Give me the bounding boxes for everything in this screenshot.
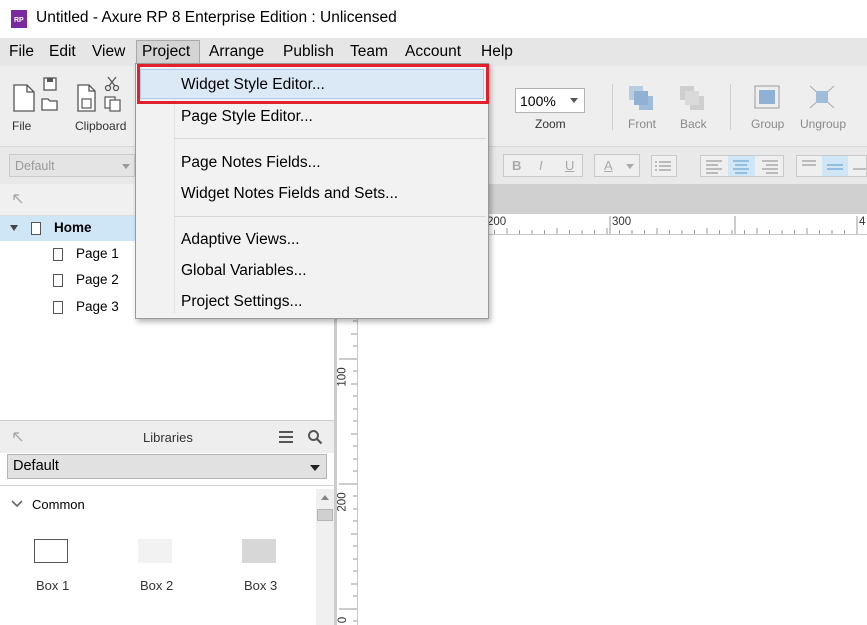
ruler-label: 300 bbox=[612, 216, 632, 228]
toolbar-divider bbox=[612, 84, 613, 130]
search-icon[interactable] bbox=[307, 429, 323, 445]
collapse-arrow-icon[interactable] bbox=[10, 225, 18, 231]
menu-item-page-notes-fields[interactable]: Page Notes Fields... bbox=[181, 154, 321, 172]
page-tree-label: Page 1 bbox=[76, 246, 119, 261]
paste-icon[interactable] bbox=[76, 84, 98, 112]
menu-project[interactable]: Project bbox=[142, 43, 190, 61]
pop-out-icon[interactable] bbox=[12, 193, 24, 205]
menu-gutter bbox=[174, 68, 175, 314]
font-color-icon: A bbox=[604, 158, 613, 173]
libraries-panel-header: Libraries bbox=[0, 420, 334, 453]
menu-item-widget-notes-fields-sets[interactable]: Widget Notes Fields and Sets... bbox=[181, 185, 398, 203]
menu-item-adaptive-views[interactable]: Adaptive Views... bbox=[181, 231, 300, 249]
chevron-down-icon bbox=[310, 465, 320, 471]
page-icon bbox=[53, 248, 63, 261]
scrollbar-thumb[interactable] bbox=[317, 509, 333, 521]
menu-item-page-style-editor[interactable]: Page Style Editor... bbox=[181, 108, 313, 126]
axure-logo-icon: RP bbox=[11, 10, 27, 28]
box-2-label: Box 2 bbox=[140, 578, 174, 593]
page-icon bbox=[53, 301, 63, 314]
chevron-down-icon[interactable] bbox=[11, 499, 23, 509]
vertical-align-group bbox=[796, 155, 867, 177]
menu-file[interactable]: File bbox=[9, 43, 34, 61]
toolbar-back-label: Back bbox=[680, 117, 707, 131]
ruler-label: 200 bbox=[336, 492, 349, 512]
chevron-down-icon bbox=[626, 164, 634, 169]
project-dropdown-menu: Widget Style Editor... Page Style Editor… bbox=[135, 63, 489, 319]
menu-separator bbox=[174, 138, 486, 139]
panel-divider bbox=[0, 485, 334, 486]
zoom-select[interactable]: 100% bbox=[515, 88, 585, 113]
ungroup-icon[interactable] bbox=[808, 84, 838, 112]
style-select[interactable]: Default bbox=[9, 154, 135, 177]
underline-button[interactable]: U bbox=[565, 158, 574, 173]
send-to-back-icon[interactable] bbox=[679, 85, 707, 113]
ruler-label: 0 bbox=[337, 616, 350, 624]
box-1-widget-icon[interactable] bbox=[34, 539, 68, 563]
font-color-picker[interactable]: A bbox=[594, 154, 640, 177]
save-icon[interactable] bbox=[42, 76, 58, 92]
toolbar-file-label: File bbox=[12, 119, 32, 133]
style-select-value: Default bbox=[15, 159, 55, 173]
cut-icon[interactable] bbox=[104, 76, 120, 92]
scroll-up-icon[interactable] bbox=[321, 495, 329, 500]
new-file-icon[interactable] bbox=[12, 84, 36, 112]
library-select-value: Default bbox=[13, 458, 59, 474]
toolbar-front-label: Front bbox=[628, 117, 657, 131]
text-align-group bbox=[700, 155, 784, 177]
open-folder-icon[interactable] bbox=[41, 96, 59, 112]
window-title: Untitled - Axure RP 8 Enterprise Edition… bbox=[36, 9, 397, 26]
libraries-title: Libraries bbox=[143, 430, 193, 445]
menu-publish[interactable]: Publish bbox=[283, 43, 334, 61]
library-scrollbar[interactable] bbox=[316, 489, 334, 625]
menu-team[interactable]: Team bbox=[350, 43, 388, 61]
toolbar-divider bbox=[730, 84, 731, 130]
highlight-annotation-box bbox=[137, 64, 489, 104]
menu-item-global-variables[interactable]: Global Variables... bbox=[181, 262, 307, 280]
box-3-widget-icon[interactable] bbox=[242, 539, 276, 563]
library-widgets: Common Box 1 Box 2 Box 3 bbox=[0, 489, 334, 625]
toolbar-ungroup-label: Ungroup bbox=[800, 117, 847, 131]
bullet-list-icon[interactable] bbox=[651, 155, 677, 177]
bold-button[interactable]: B bbox=[512, 158, 521, 173]
menu-item-project-settings[interactable]: Project Settings... bbox=[181, 293, 302, 311]
box-3-label: Box 3 bbox=[244, 578, 278, 593]
toolbar-group-label: Group bbox=[751, 117, 785, 131]
italic-button[interactable]: I bbox=[539, 158, 543, 173]
library-select[interactable]: Default bbox=[7, 454, 327, 479]
page-icon bbox=[31, 222, 41, 235]
menu-icon[interactable] bbox=[278, 430, 294, 444]
menu-separator bbox=[174, 216, 486, 217]
menu-edit[interactable]: Edit bbox=[49, 43, 76, 61]
copy-icon[interactable] bbox=[104, 96, 122, 112]
menu-account[interactable]: Account bbox=[405, 43, 461, 61]
bring-to-front-icon[interactable] bbox=[628, 85, 656, 113]
page-icon bbox=[53, 274, 63, 287]
menu-help[interactable]: Help bbox=[481, 43, 513, 61]
menu-view[interactable]: View bbox=[92, 43, 125, 61]
box-1-label: Box 1 bbox=[36, 578, 70, 593]
page-tree-label: Page 3 bbox=[76, 299, 119, 314]
text-style-group: B I U bbox=[503, 154, 583, 177]
toolbar-zoom-label: Zoom bbox=[535, 117, 566, 131]
library-section-common[interactable]: Common bbox=[32, 497, 85, 512]
zoom-value: 100% bbox=[520, 93, 556, 109]
box-2-widget-icon[interactable] bbox=[138, 539, 172, 563]
page-tree-label: Home bbox=[54, 220, 92, 235]
ruler-label: 100 bbox=[336, 367, 349, 387]
pop-out-icon[interactable] bbox=[12, 431, 24, 443]
group-icon[interactable] bbox=[753, 84, 783, 112]
ruler-label: 200 bbox=[487, 216, 507, 228]
ruler-label: 4 bbox=[859, 216, 866, 228]
menu-arrange[interactable]: Arrange bbox=[209, 43, 264, 61]
chevron-down-icon bbox=[570, 98, 578, 103]
toolbar-clipboard-label: Clipboard bbox=[75, 119, 127, 133]
page-tree-label: Page 2 bbox=[76, 272, 119, 287]
chevron-down-icon bbox=[122, 164, 130, 169]
